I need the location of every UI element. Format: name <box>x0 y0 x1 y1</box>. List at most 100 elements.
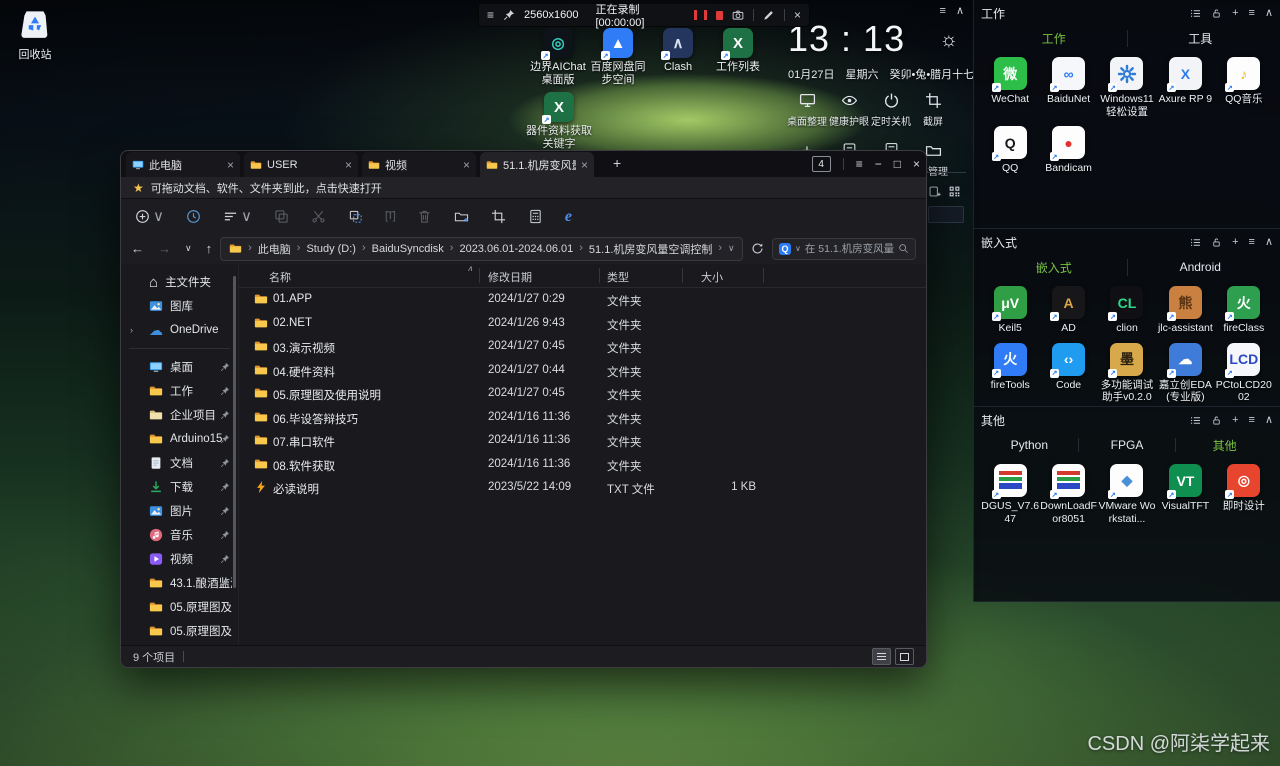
sidebar-item[interactable]: › ☁ OneDrive <box>121 318 238 342</box>
list-view-icon[interactable] <box>1190 415 1201 426</box>
tab-close-icon[interactable]: × <box>463 159 470 171</box>
recorder-close-icon[interactable]: × <box>794 9 801 21</box>
app-tile[interactable]: 微 ↗ WeChat <box>981 57 1039 118</box>
panel-menu-icon[interactable]: ≡ <box>1249 236 1255 248</box>
recorder-pin-icon[interactable] <box>503 9 515 21</box>
sidebar-item[interactable]: 下载 <box>121 475 238 499</box>
sidebar-item[interactable]: 43.1.酿酒监测 <box>121 571 238 595</box>
panel-tab[interactable]: 工作 <box>981 29 1128 47</box>
window-menu-icon[interactable]: ≡ <box>856 158 863 170</box>
close-button[interactable]: × <box>913 158 920 170</box>
clock-collapse-icon[interactable]: ∧ <box>956 6 964 17</box>
sidebar-scrollbar[interactable] <box>233 276 236 588</box>
app-tile[interactable]: ● ↗ Bandicam <box>1039 126 1097 175</box>
new-folder-button[interactable] <box>454 209 469 224</box>
browser-button[interactable]: e <box>565 208 572 225</box>
explorer-tab[interactable]: 51.1.机房变风量空 × <box>480 152 594 177</box>
file-row[interactable]: 08.软件获取 2024/1/16 11:36 文件夹 <box>239 453 926 477</box>
column-divider[interactable] <box>479 268 480 283</box>
app-tile[interactable]: ↗ DownLoadFor8051 <box>1039 464 1097 525</box>
clock-menu-icon[interactable]: ≡ <box>940 6 946 17</box>
crop-button[interactable] <box>491 209 506 224</box>
column-name[interactable]: 名称 <box>269 269 291 285</box>
recycle-bin[interactable]: 回收站 <box>8 6 62 62</box>
list-view-icon[interactable] <box>1190 8 1201 19</box>
panel-tab[interactable]: 嵌入式 <box>981 258 1128 276</box>
search-dropdown-icon[interactable]: ∨ <box>795 244 801 253</box>
expander-icon[interactable]: › <box>130 325 133 335</box>
app-tile[interactable]: VT ↗ VisualTFT <box>1156 464 1214 525</box>
app-tile[interactable]: ‹› ↗ Code <box>1039 342 1097 404</box>
app-tile[interactable]: LCD ↗ PCtoLCD2002 <box>1215 342 1273 404</box>
new-item-button[interactable]: ∨ <box>135 209 164 224</box>
lock-icon[interactable] <box>1211 415 1222 426</box>
paste-button[interactable] <box>348 209 363 224</box>
column-size[interactable]: 大小 <box>701 269 723 285</box>
calculator-button[interactable] <box>528 209 543 224</box>
app-tile[interactable]: X ↗ Axure RP 9 <box>1156 57 1214 118</box>
view-sort-button[interactable]: ∨ <box>223 209 252 224</box>
app-tile[interactable]: 火 ↗ fireTools <box>981 342 1039 404</box>
file-row[interactable]: 03.演示视频 2024/1/27 0:45 文件夹 <box>239 335 926 359</box>
rename-button[interactable]: [T] <box>385 211 396 222</box>
sidebar-item[interactable]: Arduino15 <box>121 427 238 451</box>
desktop-icon[interactable]: X ↗ 工作列表 <box>708 28 768 87</box>
screenshot-icon[interactable] <box>732 9 744 21</box>
file-row[interactable]: 06.毕设答辩技巧 2024/1/16 11:36 文件夹 <box>239 406 926 430</box>
sidebar-item[interactable]: 视频 <box>121 547 238 571</box>
app-tile[interactable]: 熊 ↗ jlc-assistant <box>1156 286 1214 335</box>
search-box[interactable]: Q ∨ 在 51.1.机房变风量空... <box>772 237 916 260</box>
desktop-icon[interactable]: ◎ ↗ 边界AIChat桌面版 <box>528 28 588 87</box>
back-button[interactable]: ← <box>131 242 144 255</box>
collapse-icon[interactable]: ∧ <box>1265 414 1273 426</box>
sidebar-item[interactable]: 图库 <box>121 294 238 318</box>
app-tile[interactable]: CL ↗ clion <box>1098 286 1156 335</box>
app-tile[interactable]: ↗ Windows11轻松设置 <box>1098 57 1156 118</box>
add-icon[interactable]: + <box>1232 236 1238 248</box>
recorder-menu-icon[interactable]: ≡ <box>487 9 494 21</box>
explorer-tab[interactable]: 此电脑 × <box>126 152 240 177</box>
refresh-icon[interactable] <box>751 242 764 255</box>
maximize-button[interactable]: □ <box>894 158 901 170</box>
sidebar-item[interactable]: 音乐 <box>121 523 238 547</box>
column-type[interactable]: 类型 <box>607 269 629 285</box>
panel-tab[interactable]: Python <box>981 438 1079 452</box>
breadcrumb[interactable]: › 此电脑 › Study (D:) › BaiduSyncdisk › 2023.06.01… <box>220 236 743 261</box>
stop-recording-button[interactable] <box>715 10 724 20</box>
copy-button[interactable] <box>274 209 289 224</box>
quick-launch-bar[interactable]: ★ 可拖动文档、软件、文件夹到此，点击快速打开 <box>121 177 926 198</box>
breadcrumb-item[interactable]: 51.1.机房变风量空调控制 <box>589 241 712 257</box>
recent-button[interactable] <box>186 209 201 224</box>
desktop-organize-button[interactable]: 桌面整理 <box>786 92 828 128</box>
app-tile[interactable]: ♪ ↗ QQ音乐 <box>1215 57 1273 118</box>
desktop-icon[interactable]: ∧ ↗ Clash <box>648 28 708 87</box>
sidebar-item[interactable]: 05.原理图及使用 <box>121 619 238 643</box>
app-tile[interactable]: A ↗ AD <box>1039 286 1097 335</box>
sidebar-item[interactable]: 图片 <box>121 499 238 523</box>
sidebar-item[interactable]: 05.原理图及使用 <box>121 595 238 619</box>
app-tile[interactable]: 火 ↗ fireClass <box>1215 286 1273 335</box>
app-tile[interactable]: ☁ ↗ 嘉立创EDA(专业版) <box>1156 342 1214 404</box>
sidebar-item[interactable]: 企业项目 <box>121 403 238 427</box>
timed-shutdown-button[interactable]: 定时关机 <box>870 92 912 128</box>
breadcrumb-item[interactable]: 2023.06.01-2024.06.01 <box>459 243 573 255</box>
breadcrumb-item[interactable]: 此电脑 <box>258 241 291 257</box>
widget-input[interactable] <box>928 206 964 223</box>
new-tab-button[interactable]: + <box>613 156 621 170</box>
panel-menu-icon[interactable]: ≡ <box>1249 7 1255 19</box>
eye-care-button[interactable]: 健康护眼 <box>828 92 870 128</box>
address-dropdown-icon[interactable]: ∨ <box>728 244 735 253</box>
column-divider[interactable] <box>682 268 683 283</box>
sidebar-item[interactable]: ⌂ 主文件夹 <box>121 270 238 294</box>
sidebar-item[interactable]: 桌面 <box>121 355 238 379</box>
panel-tab[interactable]: FPGA <box>1079 438 1177 452</box>
tab-close-icon[interactable]: × <box>581 159 588 171</box>
history-dropdown-icon[interactable]: ∨ <box>185 244 192 253</box>
file-row[interactable]: 必读说明 2023/5/22 14:09 TXT 文件 1 KB <box>239 476 926 500</box>
file-row[interactable]: 07.串口软件 2024/1/16 11:36 文件夹 <box>239 429 926 453</box>
column-divider[interactable] <box>763 268 764 283</box>
file-row[interactable]: 01.APP 2024/1/27 0:29 文件夹 <box>239 288 926 312</box>
tab-close-icon[interactable]: × <box>227 159 234 171</box>
list-view-icon[interactable] <box>1190 237 1201 248</box>
tab-close-icon[interactable]: × <box>345 159 352 171</box>
